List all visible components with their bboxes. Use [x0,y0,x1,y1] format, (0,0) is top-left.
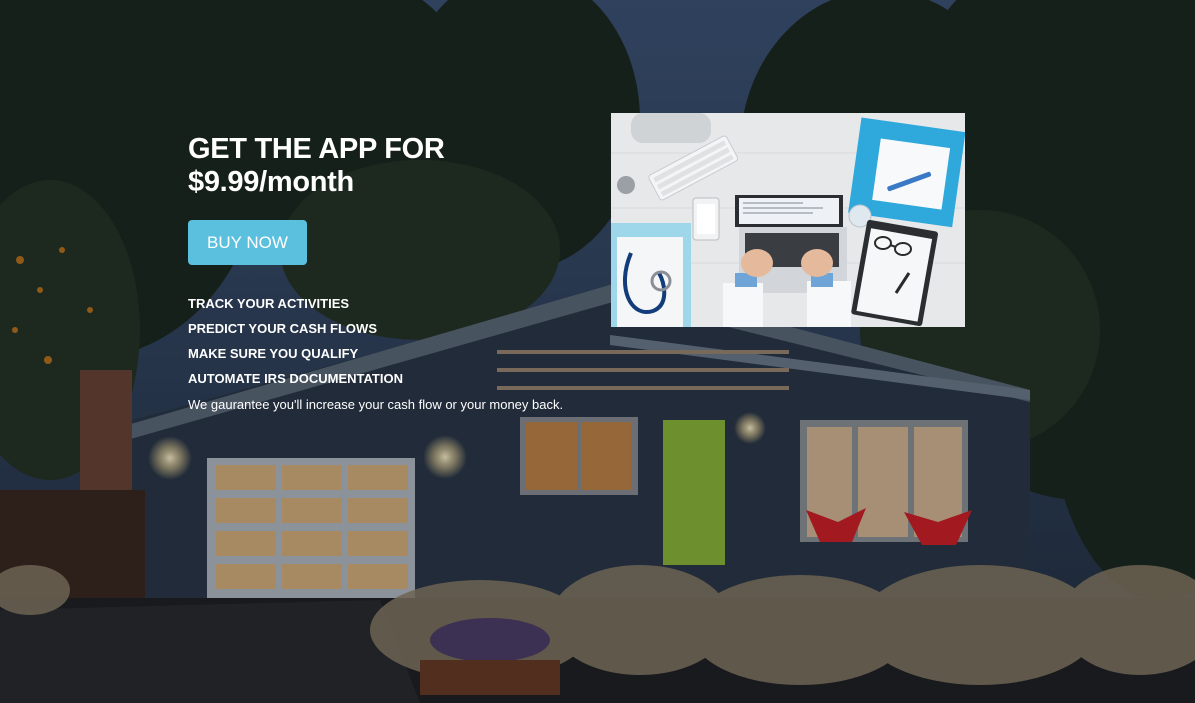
feature-item-predict: PREDICT YOUR CASH FLOWS [188,321,377,336]
hero-background-image [0,0,1195,703]
promo-headline: GET THE APP FOR $9.99/month [188,133,568,199]
headline-price: $9.99/month [188,166,354,198]
feature-item-qualify: MAKE SURE YOU QUALIFY [188,346,359,361]
feature-item-automate: AUTOMATE IRS DOCUMENTATION [188,371,403,386]
feature-list: TRACK YOUR ACTIVITIES PREDICT YOUR CASH … [188,291,403,391]
headline-line-1: GET THE APP FOR [188,133,445,165]
buy-now-button[interactable]: BUY NOW [188,220,307,265]
promo-section: GET THE APP FOR $9.99/month BUY NOW TRAC… [188,133,568,412]
promo-desk-image [611,113,965,327]
guarantee-text: We gaurantee you'll increase your cash f… [188,397,564,412]
feature-item-track: TRACK YOUR ACTIVITIES [188,296,350,311]
